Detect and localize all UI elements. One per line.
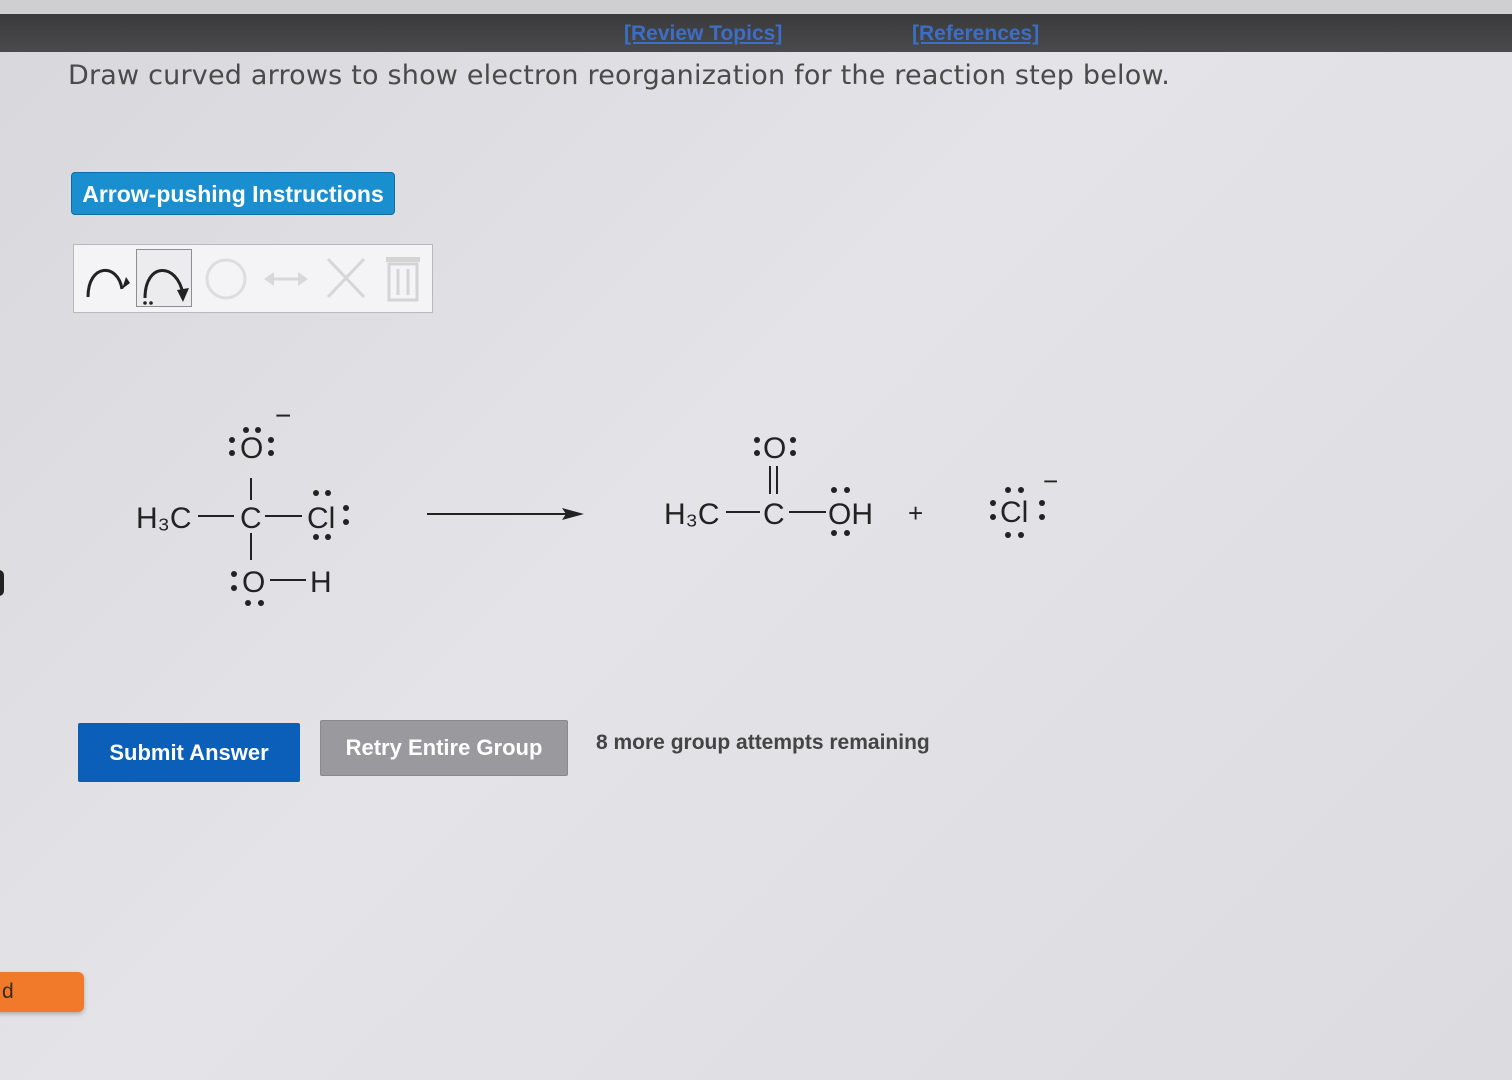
reaction-arrow — [427, 508, 584, 520]
reactant-hydrogen: H — [310, 566, 332, 599]
plus-sign: + — [908, 498, 923, 528]
chloride-negative-charge: − — [1043, 466, 1058, 496]
product-hydroxyl: OH — [828, 498, 873, 531]
side-tab-button[interactable]: d — [0, 972, 84, 1012]
left-edge-marker — [0, 570, 4, 596]
product-structure: H₃C C OH O + Cl − — [664, 432, 1058, 538]
reactant-negative-charge: − — [275, 400, 291, 431]
reactant-oxygen-top: O — [240, 432, 263, 465]
product-carbon: C — [763, 498, 785, 531]
chloride-ion: Cl — [1000, 496, 1028, 529]
reactant-carbon: C — [240, 502, 262, 535]
attempts-remaining: 8 more group attempts remaining — [596, 731, 930, 754]
submit-answer-button[interactable]: Submit Answer — [78, 723, 300, 782]
reactant-structure: H₃C C Cl O − O H — [136, 400, 349, 606]
side-tab-label: d — [2, 980, 14, 1003]
product-carbonyl-oxygen: O — [763, 432, 786, 465]
reactant-oxygen-bottom: O — [242, 566, 265, 599]
reactant-chlorine: Cl — [307, 502, 335, 535]
retry-entire-group-button[interactable]: Retry Entire Group — [320, 720, 568, 776]
reaction-scheme: H₃C C Cl O − O H H₃C C OH O + Cl − — [136, 400, 1058, 606]
reactant-h3c: H₃C — [136, 502, 192, 535]
product-h3c: H₃C — [664, 498, 720, 531]
